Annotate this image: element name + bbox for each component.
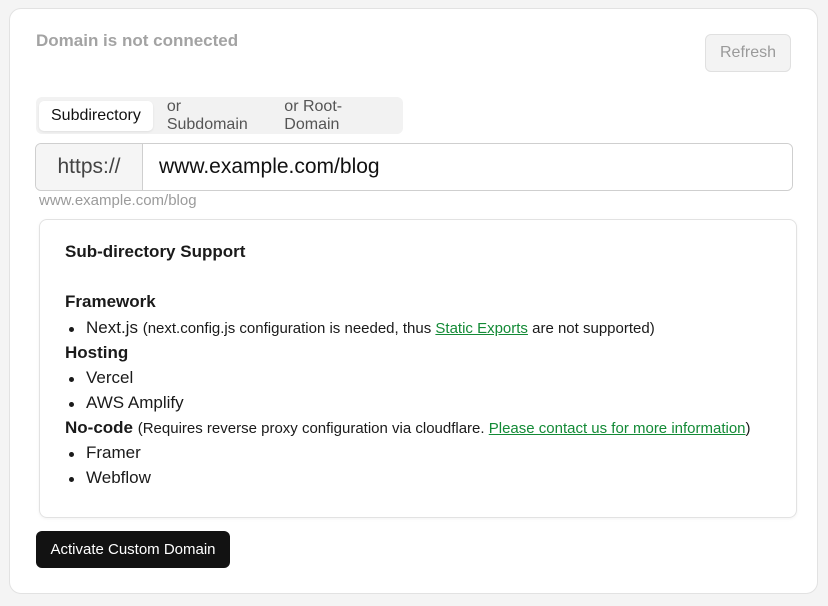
support-title: Sub-directory Support: [65, 242, 246, 261]
tab-subdomain[interactable]: or Subdomain: [155, 98, 270, 133]
domain-status-text: Domain is not connected: [36, 31, 239, 50]
framework-note-after: are not supported): [527, 320, 655, 337]
tab-subdirectory[interactable]: Subdirectory: [39, 100, 153, 131]
static-exports-link[interactable]: Static Exports: [435, 320, 528, 337]
url-field-group: https://: [35, 143, 793, 191]
subdirectory-support-panel: Sub-directory Support Framework Next.js …: [39, 219, 797, 518]
list-item-vercel: Vercel: [68, 368, 134, 388]
list-item-aws-amplify: AWS Amplify: [69, 393, 184, 413]
framework-heading: Framework: [65, 292, 156, 312]
list-item-nextjs: Next.js (next.config.js configuration is…: [69, 318, 655, 338]
nocode-note-before: (Requires reverse proxy configuration vi…: [137, 420, 489, 437]
hosting-item-label: AWS Amplify: [86, 393, 184, 412]
hosting-heading-label: Hosting: [65, 343, 129, 362]
nocode-item-label: Framer: [86, 443, 141, 462]
framework-name: Next.js: [86, 318, 138, 337]
tab-root-domain[interactable]: or Root-Domain: [272, 98, 400, 133]
url-protocol-prefix: https://: [36, 144, 143, 190]
domain-type-tabs: Subdirectory or Subdomain or Root-Domain: [36, 97, 403, 134]
nocode-heading: No-code (Requires reverse proxy configur…: [65, 418, 751, 438]
domain-url-input[interactable]: [143, 144, 792, 190]
custom-domain-card: Domain is not connected Refresh Subdirec…: [9, 8, 818, 594]
activate-custom-domain-button[interactable]: Activate Custom Domain: [36, 531, 230, 568]
nocode-heading-label: No-code: [65, 418, 133, 437]
refresh-button[interactable]: Refresh: [705, 34, 791, 72]
list-item-webflow: Webflow: [69, 468, 151, 488]
nocode-note-after: ): [745, 420, 751, 437]
hosting-heading: Hosting: [65, 343, 128, 363]
list-item-framer: Framer: [69, 443, 141, 463]
contact-us-link[interactable]: Please contact us for more information: [489, 420, 746, 437]
framework-note-before: (next.config.js configuration is needed,…: [142, 320, 436, 337]
nocode-item-label: Webflow: [86, 468, 151, 487]
url-preview-hint: www.example.com/blog: [39, 192, 197, 209]
hosting-item-label: Vercel: [86, 368, 134, 387]
framework-heading-label: Framework: [65, 292, 156, 311]
